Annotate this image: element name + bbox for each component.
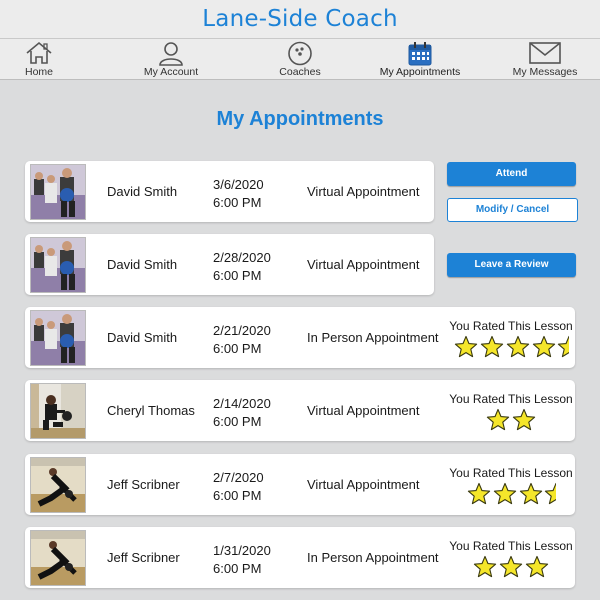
appointment-card[interactable]: Cheryl Thomas 2/14/2020 6:00 PM Virtual … (25, 380, 575, 441)
tab-my-account-label: My Account (143, 66, 199, 78)
coach-name: Jeff Scribner (107, 477, 180, 492)
tab-coaches[interactable]: Coaches (240, 39, 360, 79)
appointment-card[interactable]: David Smith 2/21/2020 6:00 PM In Person … (25, 307, 575, 368)
tab-my-messages-label: My Messages (512, 66, 578, 78)
star-icon (499, 555, 523, 578)
coach-photo (30, 383, 86, 439)
appointment-time: 6:00 PM (213, 414, 262, 429)
rating-label: You Rated This Lesson (449, 392, 573, 406)
appointment-time: 6:00 PM (213, 268, 262, 283)
appointment-date: 3/6/2020 (213, 177, 264, 192)
appointment-date: 2/14/2020 (213, 396, 271, 411)
star-icon (467, 482, 491, 505)
appointment-card[interactable]: David Smith 2/28/2020 6:00 PM Virtual Ap… (25, 234, 434, 295)
appointment-time: 6:00 PM (213, 561, 262, 576)
star-rating (447, 408, 575, 432)
star-rating (447, 335, 575, 359)
attend-button[interactable]: Attend (447, 162, 576, 186)
appointment-date: 1/31/2020 (213, 543, 271, 558)
half-star-icon (557, 335, 569, 358)
page-title: My Appointments (216, 108, 384, 130)
star-icon (519, 482, 543, 505)
rating-label: You Rated This Lesson (449, 539, 573, 553)
star-icon (493, 482, 517, 505)
star-icon (486, 408, 510, 431)
app-header: Lane-Side Coach (0, 0, 600, 39)
appointment-type: In Person Appointment (307, 330, 439, 345)
appointment-card[interactable]: Jeff Scribner 1/31/2020 6:00 PM In Perso… (25, 527, 575, 588)
appointment-time: 6:00 PM (213, 195, 262, 210)
coach-name: Jeff Scribner (107, 550, 180, 565)
tab-my-appointments-label: My Appointments (379, 66, 461, 78)
coach-name: Cheryl Thomas (107, 403, 195, 418)
star-icon (525, 555, 549, 578)
coach-photo (30, 310, 86, 366)
star-icon (480, 335, 504, 358)
appointment-type: Virtual Appointment (307, 477, 420, 492)
tab-home-label: Home (24, 66, 53, 78)
app-title: Lane-Side Coach (202, 6, 398, 32)
star-icon (473, 555, 497, 578)
tab-home[interactable]: Home (0, 39, 99, 79)
star-icon (506, 335, 530, 358)
rating-label: You Rated This Lesson (449, 466, 573, 480)
coach-name: David Smith (107, 257, 178, 272)
appointment-date: 2/21/2020 (213, 323, 271, 338)
coach-photo (30, 457, 86, 513)
tab-bar: Home My Account Coaches My Appointments … (0, 39, 600, 80)
coach-photo (30, 237, 86, 293)
half-star-icon (544, 482, 556, 505)
star-icon (454, 335, 478, 358)
rating-label: You Rated This Lesson (449, 319, 573, 333)
appointment-date: 2/28/2020 (213, 250, 271, 265)
appointment-type: In Person Appointment (307, 550, 439, 565)
appointment-time: 6:00 PM (213, 488, 262, 503)
coach-name: David Smith (107, 184, 178, 199)
appointment-card[interactable]: David Smith 3/6/2020 6:00 PM Virtual App… (25, 161, 434, 222)
modify-cancel-button[interactable]: Modify / Cancel (447, 198, 578, 222)
star-rating (447, 482, 575, 506)
star-icon (512, 408, 536, 431)
star-rating (447, 555, 575, 579)
appointment-date: 2/7/2020 (213, 470, 264, 485)
appointment-type: Virtual Appointment (307, 184, 420, 199)
coach-photo (30, 164, 86, 220)
star-icon (532, 335, 556, 358)
coach-name: David Smith (107, 330, 178, 345)
appointment-card[interactable]: Jeff Scribner 2/7/2020 6:00 PM Virtual A… (25, 454, 575, 515)
tab-coaches-label: Coaches (279, 66, 321, 78)
appointment-type: Virtual Appointment (307, 403, 420, 418)
coach-photo (30, 530, 86, 586)
tab-my-account[interactable]: My Account (111, 39, 231, 79)
leave-review-button[interactable]: Leave a Review (447, 253, 576, 277)
appointment-time: 6:00 PM (213, 341, 262, 356)
appointment-type: Virtual Appointment (307, 257, 420, 272)
tab-my-messages[interactable]: My Messages (485, 39, 600, 79)
tab-my-appointments[interactable]: My Appointments (360, 39, 480, 79)
